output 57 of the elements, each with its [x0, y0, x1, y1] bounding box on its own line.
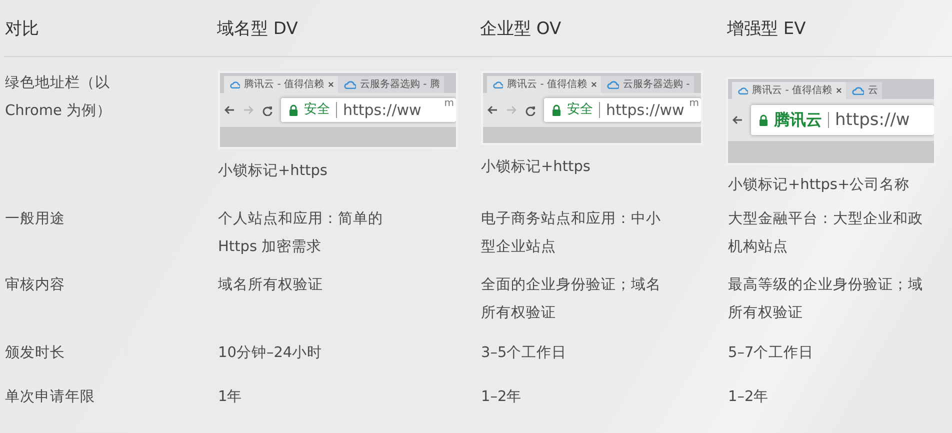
- table-cell-text: 最高等级的企业身份验证；域所有权验证: [728, 276, 924, 323]
- security-label: 安全: [304, 102, 330, 118]
- back-arrow-icon: [732, 115, 743, 125]
- row-label: 单次申请年限: [5, 388, 96, 407]
- table-cell-text: 域名所有权验证: [218, 276, 324, 295]
- caption: 小锁标记+https: [218, 162, 328, 181]
- caption: 小锁标记+https: [481, 158, 592, 177]
- cloud-icon: [344, 80, 356, 89]
- caption: 小锁标记+https+公司名称: [728, 176, 911, 195]
- column-header: 增强型 EV: [727, 18, 807, 40]
- cloud-icon: [852, 86, 864, 95]
- cloud-icon: [738, 86, 748, 95]
- row-header: 对比: [4, 18, 40, 40]
- url-text: m: [444, 98, 454, 110]
- table-cell-text: 10分钟–24小时: [218, 344, 324, 363]
- url-text: https://ww: [343, 101, 422, 119]
- row-label: 审核内容: [5, 276, 66, 295]
- cloud-icon: [607, 80, 619, 89]
- column-header: 企业型 OV: [480, 18, 562, 40]
- table-cell-text: 电子商务站点和应用：中小型企业站点: [481, 210, 662, 257]
- table-cell-text: 1年: [218, 388, 244, 407]
- browser-tab[interactable]: 云服务器选购 - 腾: [338, 76, 444, 93]
- row-label: 绿色地址栏（以 Chrome 为例）: [5, 74, 112, 121]
- close-icon: [836, 87, 842, 94]
- table-cell-text: 全面的企业身份验证；域名所有权验证: [481, 276, 662, 323]
- lock-icon: [759, 114, 768, 126]
- browser-tab[interactable]: 云: [846, 82, 882, 99]
- table-cell-text: 1–2年: [481, 388, 523, 407]
- lock-icon: [289, 104, 298, 116]
- close-icon: [591, 81, 597, 88]
- url-text: https://ww: [606, 101, 684, 119]
- reload-icon: [262, 104, 273, 116]
- url-text: m: [689, 98, 699, 110]
- security-label: 安全: [567, 102, 593, 118]
- row-label: 颁发时长: [5, 344, 66, 363]
- forward-arrow-icon: [243, 105, 254, 115]
- browser-tab[interactable]: 腾讯云 - 值得信赖: [487, 76, 601, 93]
- forward-arrow-icon: [506, 105, 517, 115]
- table-cell-text: 1–2年: [728, 388, 770, 407]
- back-arrow-icon: [487, 105, 498, 115]
- security-label: 腾讯云: [774, 112, 822, 128]
- browser-tab[interactable]: 腾讯云 - 值得信赖: [732, 82, 846, 99]
- lock-icon: [552, 104, 561, 116]
- table-cell-text: 个人站点和应用：简单的 Https 加密需求: [218, 210, 384, 257]
- back-arrow-icon: [224, 105, 235, 115]
- url-text: https://w: [835, 111, 910, 129]
- table-cell-text: 5–7个工作日: [728, 344, 815, 363]
- column-header: 域名型 DV: [217, 18, 299, 40]
- table-cell-text: 大型金融平台：大型企业和政机构站点: [728, 210, 924, 257]
- cloud-icon: [230, 80, 240, 89]
- close-icon: [328, 81, 334, 88]
- row-label: 一般用途: [5, 210, 66, 229]
- reload-icon: [525, 104, 536, 116]
- table-cell-text: 3–5个工作日: [481, 344, 568, 363]
- browser-tab[interactable]: 腾讯云 - 值得信赖: [224, 76, 338, 93]
- cloud-icon: [493, 80, 504, 89]
- browser-tab[interactable]: 云服务器选购 -: [601, 76, 694, 93]
